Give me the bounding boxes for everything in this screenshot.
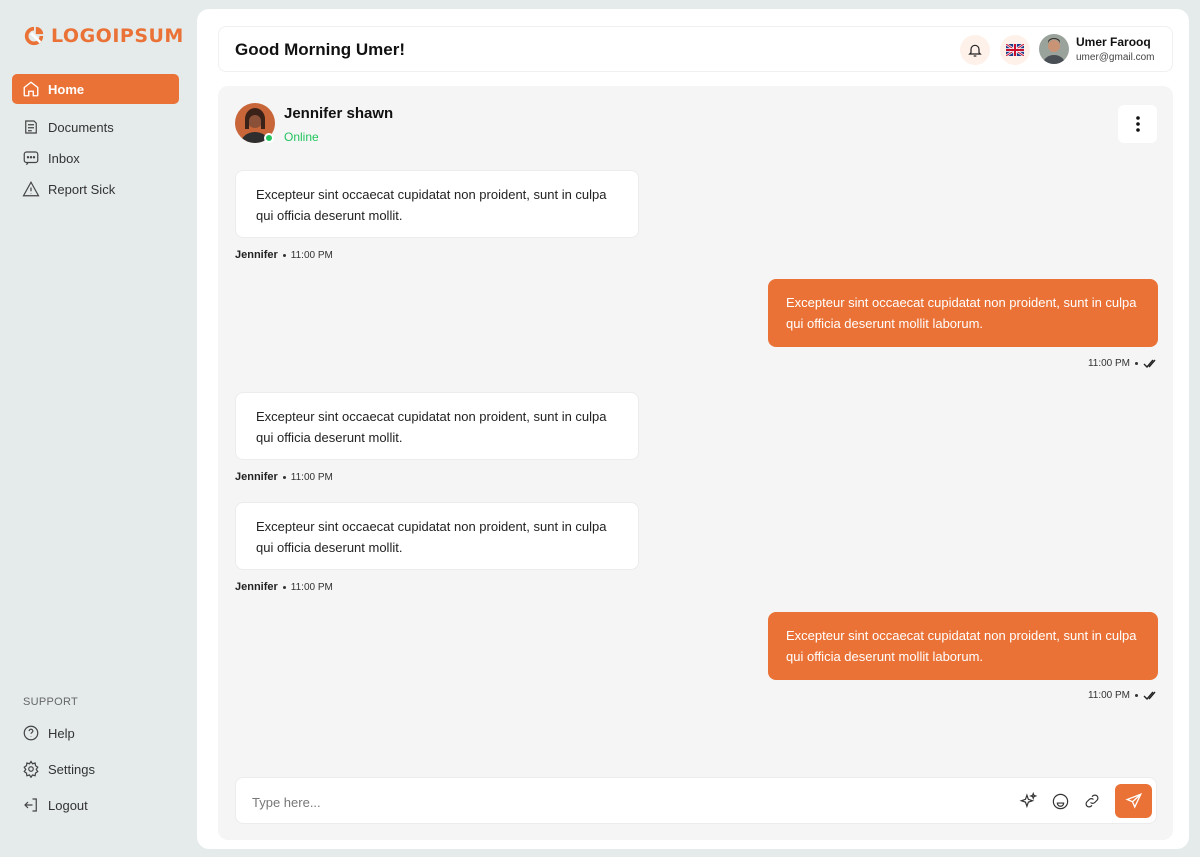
link-icon [1085,794,1099,808]
sidebar-item-label: Logout [48,797,88,813]
sidebar-item-label: Documents [48,119,114,135]
separator-dot [1135,694,1138,697]
message-time: 11:00 PM [290,581,333,593]
warning-icon [22,181,40,197]
notification-button[interactable] [960,35,990,65]
logo-icon [24,26,44,46]
separator-dot [282,585,286,589]
smile-icon [1052,793,1068,809]
message-bubble-outgoing: Excepteur sint occaecat cupidatat non pr… [768,279,1158,347]
sidebar-item-label: Report Sick [48,181,116,197]
message-meta: Jennifer 11:00 PM [235,581,333,593]
contact-status: Online [284,130,319,144]
contact-name: Jennifer shawn [284,105,394,122]
message-sender: Jennifer [235,581,278,593]
message-input[interactable] [252,792,952,812]
more-vertical-icon [1135,116,1140,132]
more-options-button[interactable] [1118,105,1157,143]
message-meta: 11:00 PM [1088,358,1158,369]
logo[interactable]: LOGOIPSUM [23,25,184,47]
sidebar-item-inbox[interactable]: Inbox [12,143,179,173]
sidebar-item-label: Settings [48,761,95,777]
message-time: 11:00 PM [290,249,333,261]
uk-flag-icon [1006,44,1024,56]
sidebar-item-report-sick[interactable]: Report Sick [12,174,179,204]
message-time: 11:00 PM [1087,690,1130,701]
message-bubble-incoming: Excepteur sint occaecat cupidatat non pr… [235,170,639,238]
message-meta: 11:00 PM [1088,690,1158,701]
message-bubble-incoming: Excepteur sint occaecat cupidatat non pr… [235,502,639,570]
sparkle-icon [1019,791,1037,808]
inbox-icon [23,151,39,166]
double-check-icon [1143,359,1156,368]
message-composer [235,777,1157,824]
avatar[interactable] [1039,34,1069,64]
message-meta: Jennifer 11:00 PM [235,249,333,261]
separator-dot [282,475,286,479]
sidebar-item-documents[interactable]: Documents [12,112,179,142]
home-icon [23,81,39,97]
main-panel: Good Morning Umer! Umer Farooq umer@gmai… [197,9,1189,849]
sidebar-item-label: Inbox [48,150,80,166]
message-sender: Jennifer [235,471,278,483]
help-icon [23,725,39,741]
ai-sparkle-button[interactable] [1018,791,1038,811]
language-button[interactable] [1000,35,1030,65]
message-meta: Jennifer 11:00 PM [235,471,333,483]
online-indicator [264,133,274,143]
logout-icon [24,798,37,812]
message-sender: Jennifer [235,249,278,261]
bell-icon [968,44,982,57]
send-icon [1124,793,1142,809]
separator-dot [1135,362,1138,365]
gear-icon [23,760,39,778]
emoji-button[interactable] [1050,791,1070,811]
logo-text: LOGOIPSUM [51,25,184,47]
page-title: Good Morning Umer! [235,40,405,59]
separator-dot [282,253,286,257]
chat-panel: Jennifer shawn Online Excepteur sint occ… [218,86,1173,840]
double-check-icon [1143,691,1156,700]
user-email: umer@gmail.com [1076,52,1155,63]
message-time: 11:00 PM [1087,358,1130,369]
message-bubble-incoming: Excepteur sint occaecat cupidatat non pr… [235,392,639,460]
sidebar-item-help[interactable]: Help [12,718,179,748]
sidebar-item-home[interactable]: Home [12,74,179,104]
attach-link-button[interactable] [1082,791,1102,811]
support-heading: SUPPORT [23,696,79,708]
sidebar-item-label: Home [48,81,85,97]
message-bubble-outgoing: Excepteur sint occaecat cupidatat non pr… [768,612,1158,680]
sidebar-item-settings[interactable]: Settings [12,754,179,784]
documents-icon [25,120,37,134]
sidebar: LOGOIPSUM Home Documents Inbox Report Si… [0,0,197,857]
send-button[interactable] [1115,784,1152,818]
message-time: 11:00 PM [290,471,333,483]
sidebar-item-logout[interactable]: Logout [12,790,179,820]
user-avatar-icon [1039,34,1069,64]
user-name: Umer Farooq [1076,35,1151,49]
header-bar: Good Morning Umer! Umer Farooq umer@gmai… [218,26,1173,72]
sidebar-item-label: Help [48,725,75,741]
